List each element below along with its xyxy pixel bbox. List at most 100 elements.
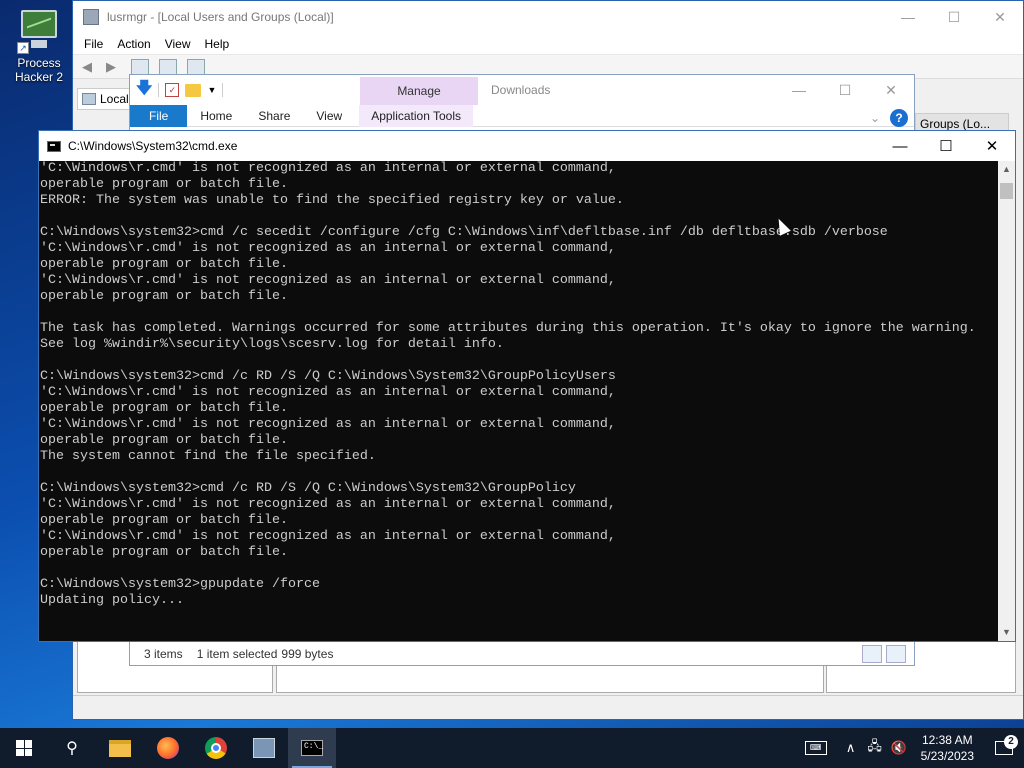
console-line: C:\Windows\system32>gpupdate /force [40,577,320,592]
console-line: operable program or batch file. [40,257,288,272]
taskbar: ⚲ C:\_ ⌨ ∧ 🖧 🔇 12:38 AM 5/23/2023 2 [0,728,1024,768]
maximize-button[interactable]: ☐ [931,1,977,33]
scroll-thumb[interactable] [1000,183,1013,199]
desktop-icon-label: Process Hacker 2 [14,56,64,84]
taskbar-firefox[interactable] [144,728,192,768]
tab-application-tools[interactable]: Application Tools [359,104,474,127]
desktop-icon-process-hacker[interactable]: ↗ Process Hacker 2 [6,8,72,84]
scroll-up-icon[interactable]: ▲ [998,161,1015,178]
cmd-minimize-button[interactable]: — [877,131,923,161]
users-icon [83,9,99,25]
system-tray: ⌨ ∧ 🖧 🔇 12:38 AM 5/23/2023 2 [793,728,1024,768]
menu-file[interactable]: File [77,37,110,51]
cmd-icon: C:\_ [301,740,323,756]
help-book-icon[interactable] [159,58,177,75]
tab-share[interactable]: Share [245,109,303,123]
explorer-statusbar: 3 items 1 item selected 999 bytes [130,641,914,665]
selection-info: 1 item selected [196,646,278,661]
details-view-icon[interactable] [862,644,882,663]
cmd-maximize-button[interactable]: ☐ [923,131,969,161]
computer-icon [82,93,96,105]
lusrmgr-titlebar[interactable]: lusrmgr - [Local Users and Groups (Local… [73,1,1023,33]
download-arrow-icon[interactable]: 🡇 [136,77,152,104]
help-icon[interactable]: ? [890,109,908,127]
search-button[interactable]: ⚲ [48,728,96,768]
lusrmgr-statusbar [73,695,1023,719]
forward-arrow-icon[interactable]: ▶ [101,58,121,76]
console-output[interactable]: 'C:\Windows\r.cmd' is not recognized as … [39,161,999,641]
explorer-maximize-button[interactable]: ☐ [822,75,868,105]
tree-item-local[interactable]: Local [77,88,137,110]
clock[interactable]: 12:38 AM 5/23/2023 [911,732,984,764]
console-line: 'C:\Windows\r.cmd' is not recognized as … [40,529,616,544]
taskbar-cmd[interactable]: C:\_ [288,728,336,768]
touch-keyboard-icon[interactable]: ⌨ [804,741,827,755]
cmd-titlebar[interactable]: C:\Windows\System32\cmd.exe — ☐ ✕ [39,131,1015,161]
console-line: 'C:\Windows\r.cmd' is not recognized as … [40,385,616,400]
lusrmgr-menubar: File Action View Help [73,33,1023,55]
menu-view[interactable]: View [158,37,198,51]
console-line: 'C:\Windows\r.cmd' is not recognized as … [40,161,616,176]
cmd-title: C:\Windows\System32\cmd.exe [68,139,238,153]
clock-time: 12:38 AM [921,733,973,747]
console-line: See log %windir%\security\logs\scesrv.lo… [40,337,504,352]
console-line: operable program or batch file. [40,401,288,416]
cmd-icon [47,140,61,152]
back-arrow-icon[interactable]: ◀ [77,58,97,76]
folder-icon [109,739,131,757]
close-button[interactable]: ✕ [977,1,1023,33]
start-button[interactable] [0,728,48,768]
chevron-up-icon[interactable]: ∧ [839,740,863,756]
console-scrollbar[interactable]: ▲ ▼ [998,161,1015,641]
volume-muted-icon[interactable]: 🔇 [887,740,911,756]
console-line: operable program or batch file. [40,177,288,192]
cmd-window[interactable]: C:\Windows\System32\cmd.exe — ☐ ✕ 'C:\Wi… [38,130,1016,642]
minimize-button[interactable]: — [885,1,931,33]
users-icon [253,738,275,758]
item-count: 3 items [144,646,183,661]
console-line: operable program or batch file. [40,513,288,528]
cmd-close-button[interactable]: ✕ [969,131,1015,161]
separator [222,83,224,97]
search-icon: ⚲ [66,740,78,757]
clock-date: 5/23/2023 [920,749,974,763]
expand-ribbon-chevron-icon[interactable]: ⌄ [870,111,880,125]
manage-context-tab[interactable]: Manage [360,77,478,105]
console-line: C:\Windows\system32>cmd /c RD /S /Q C:\W… [40,369,616,384]
scroll-down-icon[interactable]: ▼ [998,624,1015,641]
chrome-icon [205,737,227,759]
large-icons-view-icon[interactable] [886,644,906,663]
console-line: The system cannot find the file specifie… [40,449,376,464]
explorer-close-button[interactable]: ✕ [868,75,914,105]
console-line: operable program or batch file. [40,545,288,560]
console-line: C:\Windows\system32>cmd /c RD /S /Q C:\W… [40,481,576,496]
firefox-icon [157,737,179,759]
console-line: C:\Windows\system32>cmd /c secedit /conf… [40,225,888,240]
tab-home[interactable]: Home [187,109,245,123]
tab-view[interactable]: View [303,109,355,123]
tab-file[interactable]: File [130,104,188,127]
menu-help[interactable]: Help [198,37,237,51]
taskbar-chrome[interactable] [192,728,240,768]
new-folder-icon[interactable] [185,83,202,97]
console-line: The task has completed. Warnings occurre… [40,321,976,336]
taskbar-file-explorer[interactable] [96,728,144,768]
ribbon-tabs: File Home Share View Application Tools [130,104,914,127]
menu-action[interactable]: Action [110,37,157,51]
customize-dropdown-icon[interactable]: ▼ [207,85,216,95]
show-pane-icon[interactable] [187,58,205,75]
properties-icon[interactable]: ✓ [165,83,180,97]
taskbar-lusrmgr[interactable] [240,728,288,768]
network-icon[interactable]: 🖧 [863,737,887,759]
separator [158,83,160,97]
windows-logo-icon [16,740,32,756]
console-line: ERROR: The system was unable to find the… [40,193,624,208]
show-tree-icon[interactable] [131,58,149,75]
console-line: 'C:\Windows\r.cmd' is not recognized as … [40,417,616,432]
explorer-minimize-button[interactable]: — [776,75,822,105]
action-center-button[interactable]: 2 [984,735,1024,755]
